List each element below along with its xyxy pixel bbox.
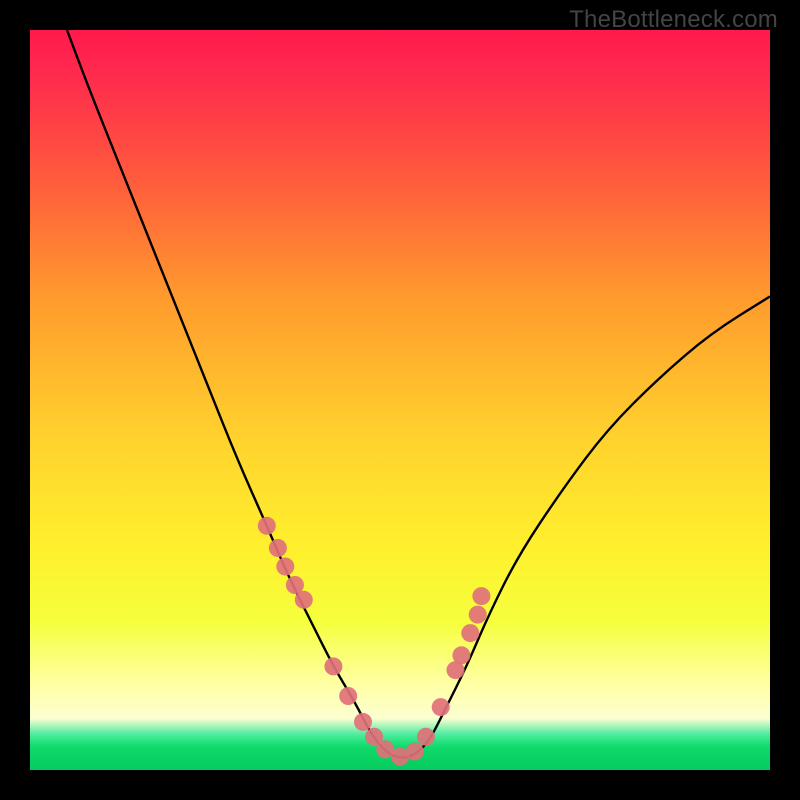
dot [269,539,287,557]
dot [324,657,342,675]
dot [354,713,372,731]
dot [295,591,313,609]
dot [258,517,276,535]
dot [417,728,435,746]
chart-frame: TheBottleneck.com [0,0,800,800]
dot [406,743,424,761]
curve-svg [30,30,770,770]
plot-area [30,30,770,770]
dot [461,624,479,642]
dot [339,687,357,705]
dot [469,606,487,624]
highlight-dots [258,517,491,766]
dot [472,587,490,605]
dot [432,698,450,716]
dot [276,558,294,576]
bottleneck-curve [67,30,770,758]
attribution-label: TheBottleneck.com [569,6,778,34]
dot [452,646,470,664]
